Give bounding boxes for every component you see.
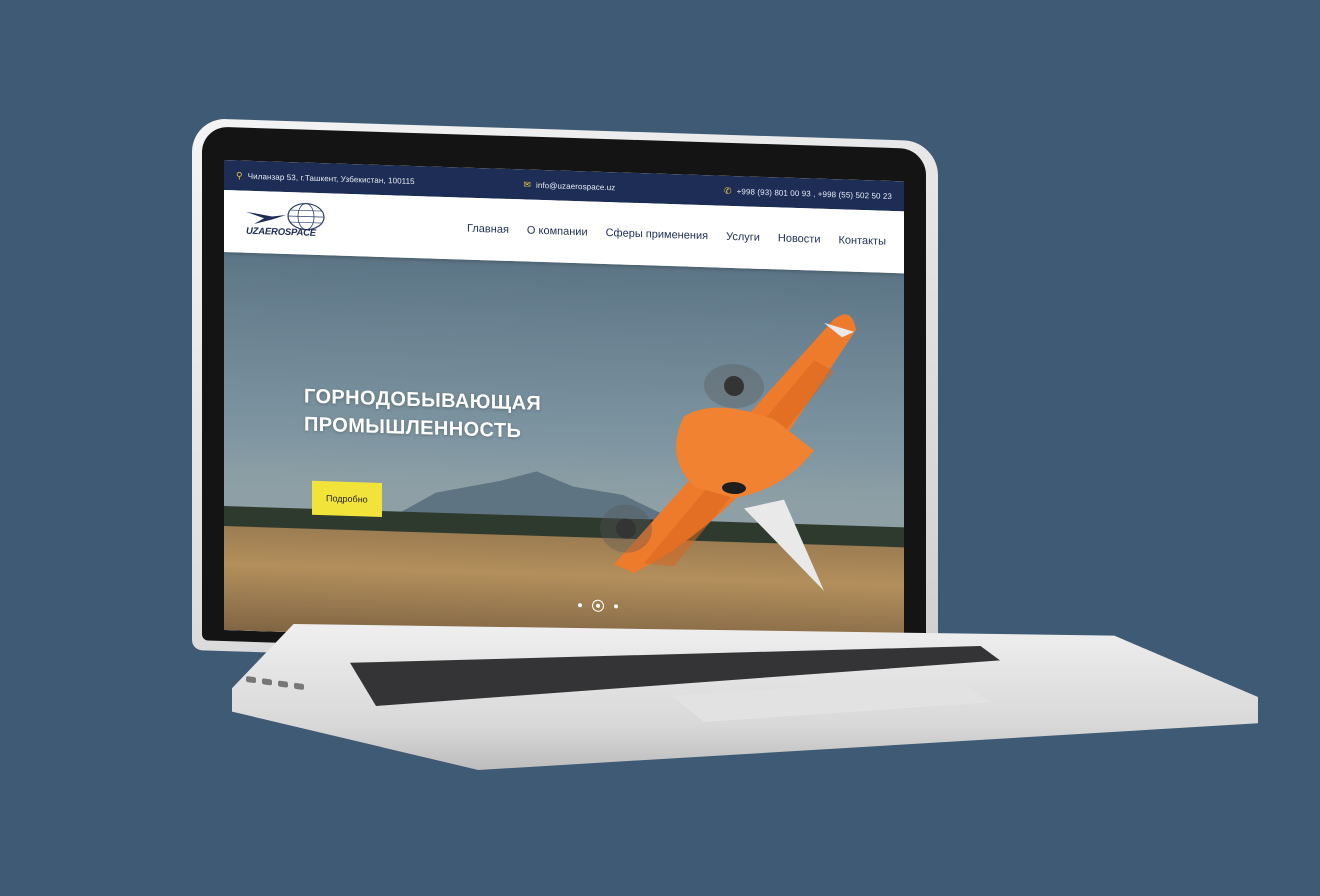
port <box>262 678 272 686</box>
site-logo[interactable]: UZAEROSPACE <box>242 200 338 247</box>
phone-numbers[interactable]: +998 (93) 801 00 93 , +998 (55) 502 50 2… <box>737 187 892 201</box>
port <box>294 682 304 691</box>
nav-item-about[interactable]: О компании <box>527 225 588 239</box>
nav-item-services[interactable]: Услуги <box>726 231 760 244</box>
slider-dot-3[interactable] <box>614 604 618 609</box>
drone-image <box>600 314 856 591</box>
more-button[interactable]: Подробно <box>312 480 382 517</box>
hero-slider: ГОРНОДОБЫВАЮЩАЯ ПРОМЫШЛЕННОСТЬ Подробно <box>224 252 904 652</box>
map-pin-icon: ⚲ <box>236 169 243 181</box>
main-nav: Главная О компании Сферы применения Услу… <box>467 223 886 248</box>
port <box>246 675 256 684</box>
nav-item-home[interactable]: Главная <box>467 223 509 236</box>
website-screen: ⚲ Чиланзар 53, г.Ташкент, Узбекистан, 10… <box>224 160 904 652</box>
nav-item-applications[interactable]: Сферы применения <box>606 227 708 242</box>
address-item: ⚲ Чиланзар 53, г.Ташкент, Узбекистан, 10… <box>236 170 415 187</box>
hero-title: ГОРНОДОБЫВАЮЩАЯ ПРОМЫШЛЕННОСТЬ <box>304 383 541 446</box>
slider-dot-1[interactable] <box>578 603 582 608</box>
address-text: Чиланзар 53, г.Ташкент, Узбекистан, 1001… <box>247 171 415 186</box>
email-item[interactable]: ✉ info@uzaerospace.uz <box>523 179 615 193</box>
phone-item[interactable]: ✆ +998 (93) 801 00 93 , +998 (55) 502 50… <box>724 185 892 201</box>
slider-dots <box>578 599 618 612</box>
laptop-lid: ⚲ Чиланзар 53, г.Ташкент, Узбекистан, 10… <box>192 118 938 674</box>
nav-item-news[interactable]: Новости <box>778 232 821 245</box>
envelope-icon: ✉ <box>523 178 531 190</box>
laptop-base <box>232 624 1258 770</box>
screen-bezel: ⚲ Чиланзар 53, г.Ташкент, Узбекистан, 10… <box>202 126 926 664</box>
nav-item-contacts[interactable]: Контакты <box>838 234 886 247</box>
phone-icon: ✆ <box>723 185 732 196</box>
email-link[interactable]: info@uzaerospace.uz <box>536 180 615 191</box>
logo-text: UZAEROSPACE <box>246 225 316 239</box>
port <box>278 680 288 688</box>
slider-dot-2[interactable] <box>592 599 604 612</box>
